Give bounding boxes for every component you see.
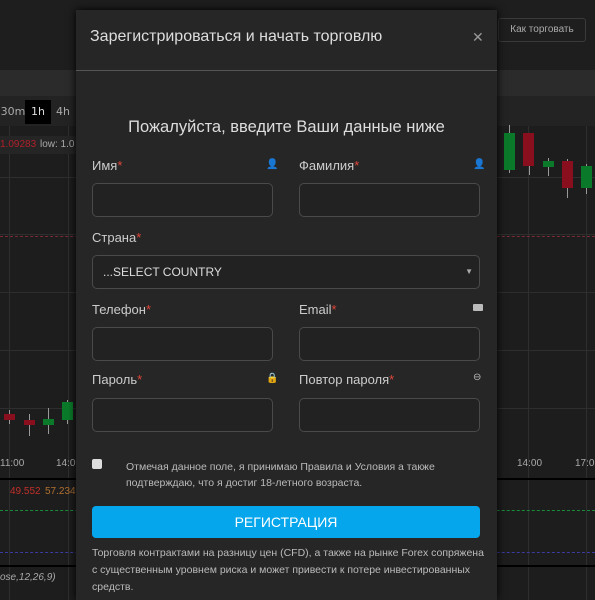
terms-checkbox[interactable]	[92, 459, 102, 469]
last-name-label: Фамилия*	[299, 158, 360, 173]
grid-line	[68, 126, 69, 600]
password-repeat-input[interactable]	[299, 398, 480, 432]
phone-input[interactable]	[92, 327, 273, 361]
password-input[interactable]	[92, 398, 273, 432]
last-name-input[interactable]	[299, 183, 480, 217]
grid-line	[9, 126, 10, 600]
user-icon: 👤	[266, 159, 279, 170]
candle	[581, 166, 592, 188]
grid-line	[528, 126, 529, 600]
candle	[504, 133, 515, 170]
email-label: Email*	[299, 302, 337, 317]
macd-label: ose,12,26,9)	[0, 572, 56, 583]
password-label: Пароль*	[92, 372, 143, 387]
candle	[543, 161, 554, 167]
envelope-icon	[473, 304, 483, 311]
indicator-value: 57.234	[45, 486, 76, 497]
grid-line	[586, 126, 587, 600]
indicator-value: 49.552	[10, 486, 41, 497]
risk-disclaimer: Торговля контрактами на разницу цен (CFD…	[92, 547, 484, 593]
modal-title: Зарегистрироваться и начать торговлю	[90, 28, 383, 45]
timeframe-4h[interactable]: 4h	[50, 100, 76, 124]
candle	[523, 133, 534, 166]
price-low: low: 1.0	[40, 139, 75, 150]
time-label: 14:00	[517, 458, 543, 469]
form-subtitle: Пожалуйста, введите Ваши данные ниже	[128, 118, 445, 136]
first-name-label: Имя*	[92, 158, 123, 173]
email-input[interactable]	[299, 327, 480, 361]
terms-text: Отмечая данное поле, я принимаю Правила …	[126, 461, 435, 489]
phone-label: Телефон*	[92, 302, 151, 317]
register-button[interactable]: РЕГИСТРАЦИЯ	[92, 506, 480, 538]
country-select[interactable]: ...SELECT COUNTRY ▼	[92, 255, 480, 289]
close-icon[interactable]: ✕	[472, 30, 484, 46]
price-high: 1.09283	[0, 139, 37, 150]
candle	[24, 420, 35, 425]
candle	[43, 419, 54, 425]
timeframe-30m[interactable]: 30m	[0, 100, 26, 124]
timeframe-1h[interactable]: 1h	[25, 100, 51, 124]
user-icon: 👤	[473, 159, 486, 170]
candle	[62, 402, 73, 420]
country-label: Страна*	[92, 230, 142, 245]
registration-modal: Зарегистрироваться и начать торговлю ✕ П…	[76, 10, 497, 600]
candle	[562, 161, 573, 188]
time-label: 17:00	[575, 458, 595, 469]
password-repeat-label: Повтор пароля*	[299, 372, 395, 387]
chevron-down-icon: ▼	[465, 267, 473, 276]
divider	[76, 70, 497, 71]
how-to-trade-button[interactable]: Как торговать	[498, 18, 586, 42]
time-label: 11:00	[0, 458, 25, 469]
lock-icon: 🔒	[266, 373, 279, 384]
candle	[4, 414, 15, 420]
repeat-icon: ⊖	[473, 372, 482, 383]
first-name-input[interactable]	[92, 183, 273, 217]
